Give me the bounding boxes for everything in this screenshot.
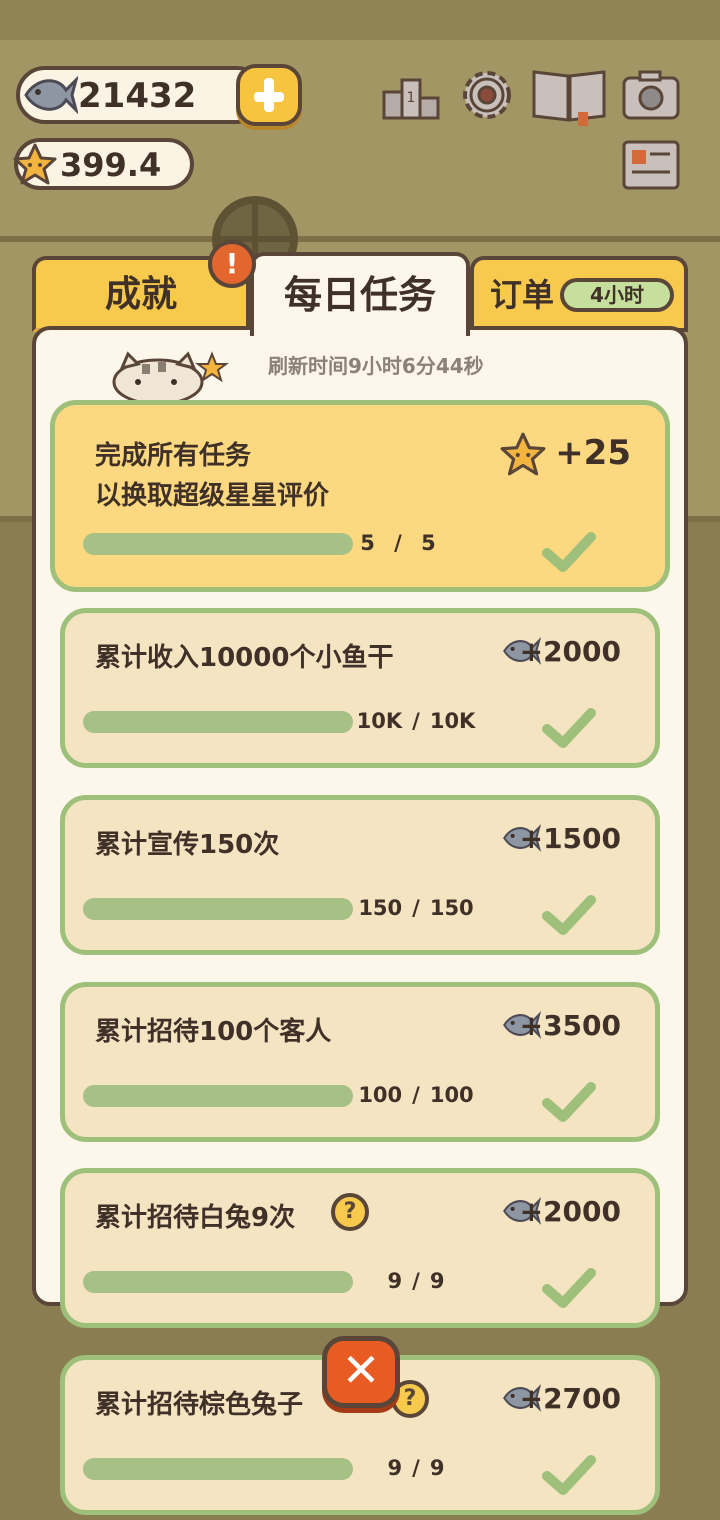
star-rating-display: 399.4 <box>13 138 194 190</box>
progress-slash: / <box>412 1456 420 1480</box>
news-board-icon[interactable] <box>620 138 682 194</box>
progress-slash: / <box>412 896 420 920</box>
task-title: 累计收入10000个小鱼干 <box>95 643 394 673</box>
task-title: 累计招待白兔9次 <box>95 1203 296 1233</box>
checkmark-icon <box>541 1079 597 1129</box>
progress-total: 9 <box>429 1456 445 1480</box>
progress-slash: / <box>412 1269 420 1293</box>
star-icon <box>13 143 57 185</box>
progress-text: 9 / 9 <box>351 1269 481 1293</box>
progress-slash: / <box>412 1083 420 1107</box>
progress-total: 100 <box>429 1083 474 1107</box>
gear-icon[interactable] <box>456 64 518 126</box>
task-reward: +2700 <box>519 1382 621 1415</box>
progress-current: 100 <box>358 1083 403 1107</box>
progress-bar <box>83 1271 353 1293</box>
progress-total: 150 <box>429 896 474 920</box>
progress-current: 9 <box>387 1456 403 1480</box>
task-reward: +1500 <box>519 822 621 855</box>
checkmark-icon <box>542 532 596 572</box>
task-reward: +2000 <box>519 1195 621 1228</box>
checkmark-icon <box>541 892 597 942</box>
progress-bar <box>83 533 353 555</box>
task-reward: +3500 <box>519 1009 621 1042</box>
tab-orders[interactable]: 订单 4小时 <box>470 256 688 332</box>
progress-current: 150 <box>358 896 403 920</box>
orders-timer: 4小时 <box>564 282 670 308</box>
progress-total: 9 <box>429 1269 445 1293</box>
fish-currency-display: 21432 <box>16 66 266 124</box>
refresh-timer: 刷新时间9小时6分44秒 <box>268 354 484 378</box>
progress-text: 5 / 5 <box>333 531 463 555</box>
help-icon[interactable]: ? <box>331 1193 369 1231</box>
progress-current: 9 <box>387 1269 403 1293</box>
progress-slash: / <box>412 709 420 733</box>
task-card: 累计收入10000个小鱼干 +2000 10K / 10K <box>60 608 660 768</box>
task-subtitle: 以换取超级星星评价 <box>95 481 330 511</box>
close-button[interactable]: ✕ <box>322 1336 400 1408</box>
progress-slash: / <box>394 531 402 555</box>
fish-count: 21432 <box>78 76 197 116</box>
task-reward: +2000 <box>519 635 621 668</box>
progress-bar <box>83 1458 353 1480</box>
alert-badge: ! <box>208 240 256 288</box>
ranking-icon[interactable]: 1 <box>380 64 442 126</box>
book-icon[interactable] <box>530 64 608 126</box>
orders-timer-badge: 4小时 <box>560 278 674 312</box>
fish-icon <box>24 75 78 115</box>
task-card: 累计招待100个客人 +3500 100 / 100 <box>60 982 660 1142</box>
progress-text: 10K / 10K <box>351 709 481 733</box>
camera-icon[interactable] <box>620 64 682 126</box>
tab-daily-tasks[interactable]: 每日任务 <box>250 252 470 336</box>
add-fish-button[interactable] <box>236 64 302 126</box>
task-card-complete-all: 完成所有任务 以换取超级星星评价 +25 5 / 5 <box>50 400 670 592</box>
progress-current: 5 <box>360 531 375 555</box>
star-rating-value: 399.4 <box>60 146 162 184</box>
progress-current: 10K <box>356 709 403 733</box>
star-icon <box>500 432 546 476</box>
progress-bar <box>83 898 353 920</box>
progress-total: 5 <box>421 531 436 555</box>
progress-text: 150 / 150 <box>351 896 481 920</box>
progress-text: 9 / 9 <box>351 1456 481 1480</box>
checkmark-icon <box>541 1452 597 1502</box>
checkmark-icon <box>541 1265 597 1315</box>
task-title: 累计招待棕色兔子 <box>95 1390 304 1420</box>
task-title: 累计宣传150次 <box>95 830 280 860</box>
wall-beam <box>0 236 720 242</box>
svg-text:1: 1 <box>407 90 416 106</box>
checkmark-icon <box>541 705 597 755</box>
progress-text: 100 / 100 <box>351 1083 481 1107</box>
task-title: 累计招待100个客人 <box>95 1017 332 1047</box>
task-card: 累计招待白兔9次? +2000 9 / 9 <box>60 1168 660 1328</box>
task-reward: +25 <box>555 433 631 473</box>
progress-bar <box>83 1085 353 1107</box>
task-card: 累计宣传150次 +1500 150 / 150 <box>60 795 660 955</box>
progress-total: 10K <box>429 709 476 733</box>
task-title: 完成所有任务 <box>95 441 252 471</box>
progress-bar <box>83 711 353 733</box>
tab-orders-label: 订单 <box>490 276 555 314</box>
